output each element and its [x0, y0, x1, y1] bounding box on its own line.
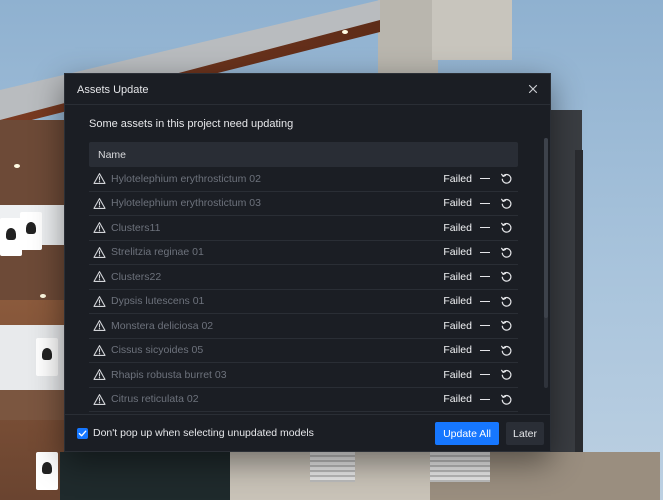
table-row: Clusters22 Failed — [89, 265, 518, 290]
asset-status: Failed — [443, 319, 472, 332]
dark-facade-edge — [575, 150, 583, 500]
table-row: Clusters11 Failed — [89, 216, 518, 241]
close-button[interactable] — [526, 82, 540, 96]
version-dash — [480, 276, 490, 278]
table-row: Rhapis robusta burret 03 Failed — [89, 363, 518, 388]
asset-name: Cissus sicyoides 05 — [111, 344, 204, 357]
building-rooftop — [432, 0, 512, 60]
retry-icon[interactable] — [500, 270, 513, 283]
close-icon — [528, 84, 538, 94]
update-all-button[interactable]: Update All — [435, 422, 499, 445]
warning-triangle-icon — [93, 270, 106, 283]
asset-name: Hylotelephium erythrostictum 02 — [111, 172, 261, 185]
asset-status: Failed — [443, 246, 472, 259]
asset-name: Clusters22 — [111, 270, 162, 283]
checkmark-icon — [78, 430, 87, 437]
dialog-body: Some assets in this project need updatin… — [65, 105, 550, 416]
warning-triangle-icon — [93, 368, 106, 381]
table-rows: Hylotelephium erythrostictum 02 Failed Hyl… — [89, 167, 518, 412]
ceiling-light — [40, 294, 46, 298]
building-tower — [378, 0, 438, 80]
column-header-name: Name — [98, 148, 127, 161]
warning-triangle-icon — [93, 295, 106, 308]
ceiling-light — [342, 30, 348, 34]
asset-name: Monstera deliciosa 02 — [111, 319, 214, 332]
retry-icon[interactable] — [500, 344, 513, 357]
warning-triangle-icon — [93, 221, 106, 234]
warning-triangle-icon — [93, 344, 106, 357]
retry-icon[interactable] — [500, 246, 513, 259]
ground-dark-glass — [60, 452, 230, 500]
louvre-panel — [430, 452, 490, 482]
asset-status: Failed — [443, 197, 472, 210]
asset-status: Failed — [443, 270, 472, 283]
dialog-title: Assets Update — [77, 84, 149, 96]
retry-icon[interactable] — [500, 221, 513, 234]
scrollbar-thumb[interactable] — [544, 138, 548, 318]
retry-icon[interactable] — [500, 197, 513, 210]
later-button[interactable]: Later — [506, 422, 544, 445]
asset-name: Dypsis lutescens 01 — [111, 295, 205, 308]
checkbox-label: Don't pop up when selecting unupdated mo… — [93, 427, 314, 439]
warning-triangle-icon — [93, 319, 106, 332]
retry-icon[interactable] — [500, 393, 513, 406]
version-dash — [480, 251, 490, 253]
assets-update-dialog: Assets Update Some assets in this projec… — [64, 73, 551, 452]
dialog-footer: Don't pop up when selecting unupdated mo… — [65, 414, 550, 451]
table-header: Name — [89, 142, 518, 167]
version-dash — [480, 374, 490, 376]
table-row: Strelitzia reginae 01 Failed — [89, 241, 518, 265]
dialog-header: Assets Update — [65, 74, 550, 105]
scrollbar[interactable] — [544, 138, 548, 388]
dont-pop-up-checkbox[interactable] — [77, 428, 88, 439]
retry-icon[interactable] — [500, 368, 513, 381]
version-dash — [480, 398, 490, 400]
asset-status: Failed — [443, 368, 472, 381]
asset-status: Failed — [443, 221, 472, 234]
plant-pot — [0, 218, 22, 256]
asset-status: Failed — [443, 393, 472, 406]
ceiling-light — [14, 164, 20, 168]
table-row: Citrus reticulata 02 Failed — [89, 388, 518, 412]
version-dash — [480, 227, 490, 229]
retry-icon[interactable] — [500, 295, 513, 308]
warning-triangle-icon — [93, 172, 106, 185]
asset-name: Strelitzia reginae 01 — [111, 246, 204, 259]
version-dash — [480, 349, 490, 351]
asset-name: Clusters11 — [111, 221, 161, 234]
dialog-subtitle: Some assets in this project need updatin… — [89, 118, 294, 130]
table-row: Monstera deliciosa 02 Failed — [89, 314, 518, 339]
version-dash — [480, 178, 490, 180]
table-row: Hylotelephium erythrostictum 02 Failed — [89, 167, 518, 192]
left-wood-band — [0, 390, 65, 420]
warning-triangle-icon — [93, 393, 106, 406]
plant-pot — [20, 212, 42, 250]
asset-name: Rhapis robusta burret 03 — [111, 368, 227, 381]
table-row: Cissus sicyoides 05 Failed — [89, 339, 518, 363]
asset-name: Hylotelephium erythrostictum 03 — [111, 197, 261, 210]
table-row: Hylotelephium erythrostictum 03 Failed — [89, 192, 518, 216]
version-dash — [480, 325, 490, 327]
warning-triangle-icon — [93, 246, 106, 259]
retry-icon[interactable] — [500, 172, 513, 185]
asset-status: Failed — [443, 344, 472, 357]
version-dash — [480, 300, 490, 302]
assets-table: Name Hylotelephium erythrostictum 02 Fail… — [89, 142, 518, 412]
asset-status: Failed — [443, 172, 472, 185]
warning-triangle-icon — [93, 197, 106, 210]
louvre-panel — [310, 452, 355, 482]
asset-name: Citrus reticulata 02 — [111, 393, 199, 406]
table-row: Dypsis lutescens 01 Failed — [89, 290, 518, 314]
asset-status: Failed — [443, 295, 472, 308]
plant-pot — [36, 452, 58, 490]
version-dash — [480, 202, 490, 204]
plant-pot — [36, 338, 58, 376]
retry-icon[interactable] — [500, 319, 513, 332]
